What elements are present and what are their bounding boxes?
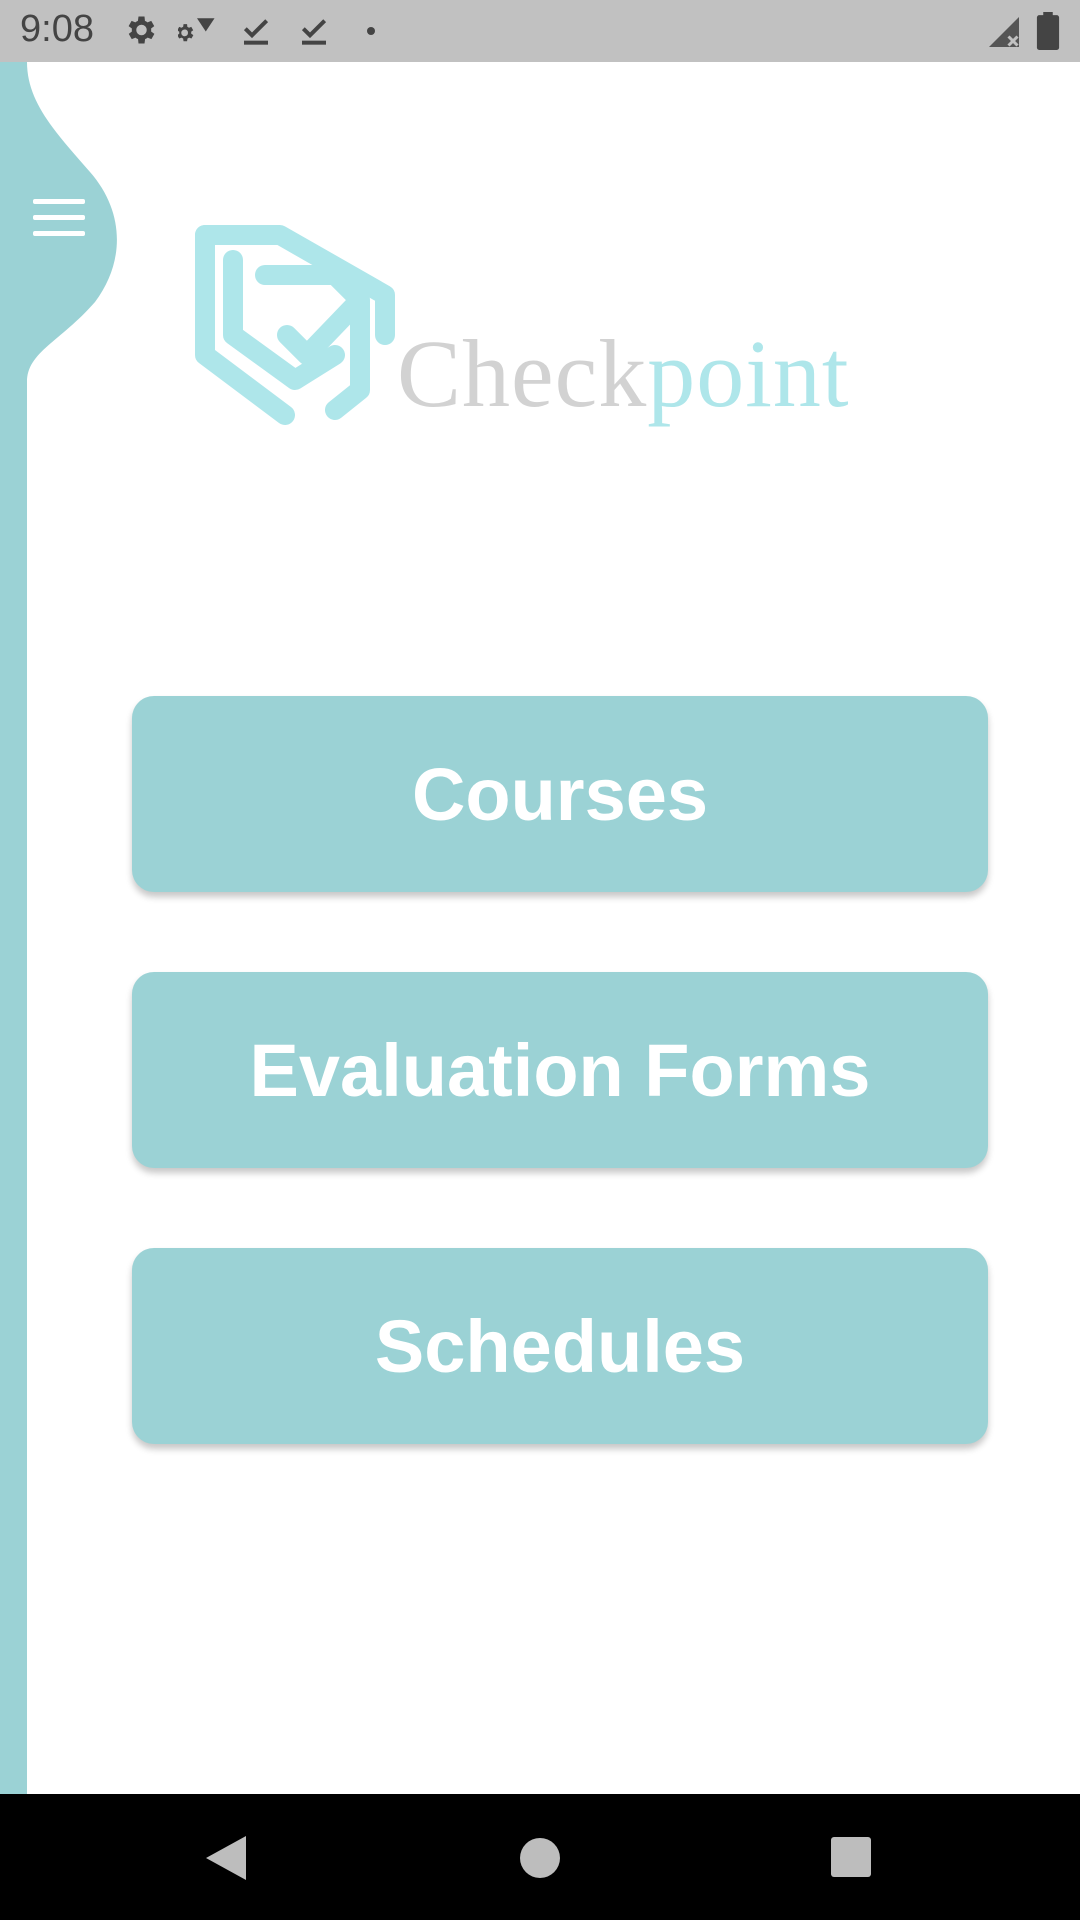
- back-icon[interactable]: [202, 1834, 248, 1882]
- recents-icon[interactable]: [830, 1836, 872, 1878]
- signal-icon: [989, 17, 1019, 47]
- gear-icon: [128, 16, 155, 44]
- download-done-icon: [243, 19, 269, 45]
- dot-icon: [367, 27, 375, 35]
- status-bar: 9:08: [0, 0, 1080, 62]
- hamburger-icon[interactable]: [33, 199, 85, 239]
- download-done-icon: [301, 19, 327, 45]
- battery-icon: [1036, 12, 1060, 50]
- courses-button[interactable]: Courses: [132, 696, 988, 892]
- navigation-bar: [0, 1794, 1080, 1920]
- home-icon[interactable]: [518, 1836, 562, 1880]
- gear-wifi-icon: [178, 18, 215, 42]
- status-time: 9:08: [20, 8, 94, 50]
- evaluation-forms-button[interactable]: Evaluation Forms: [132, 972, 988, 1168]
- schedules-button[interactable]: Schedules: [132, 1248, 988, 1444]
- logo-text-check: Check: [397, 320, 648, 427]
- logo-text-point: point: [647, 320, 850, 427]
- app-logo-text: Checkpoint: [397, 318, 850, 429]
